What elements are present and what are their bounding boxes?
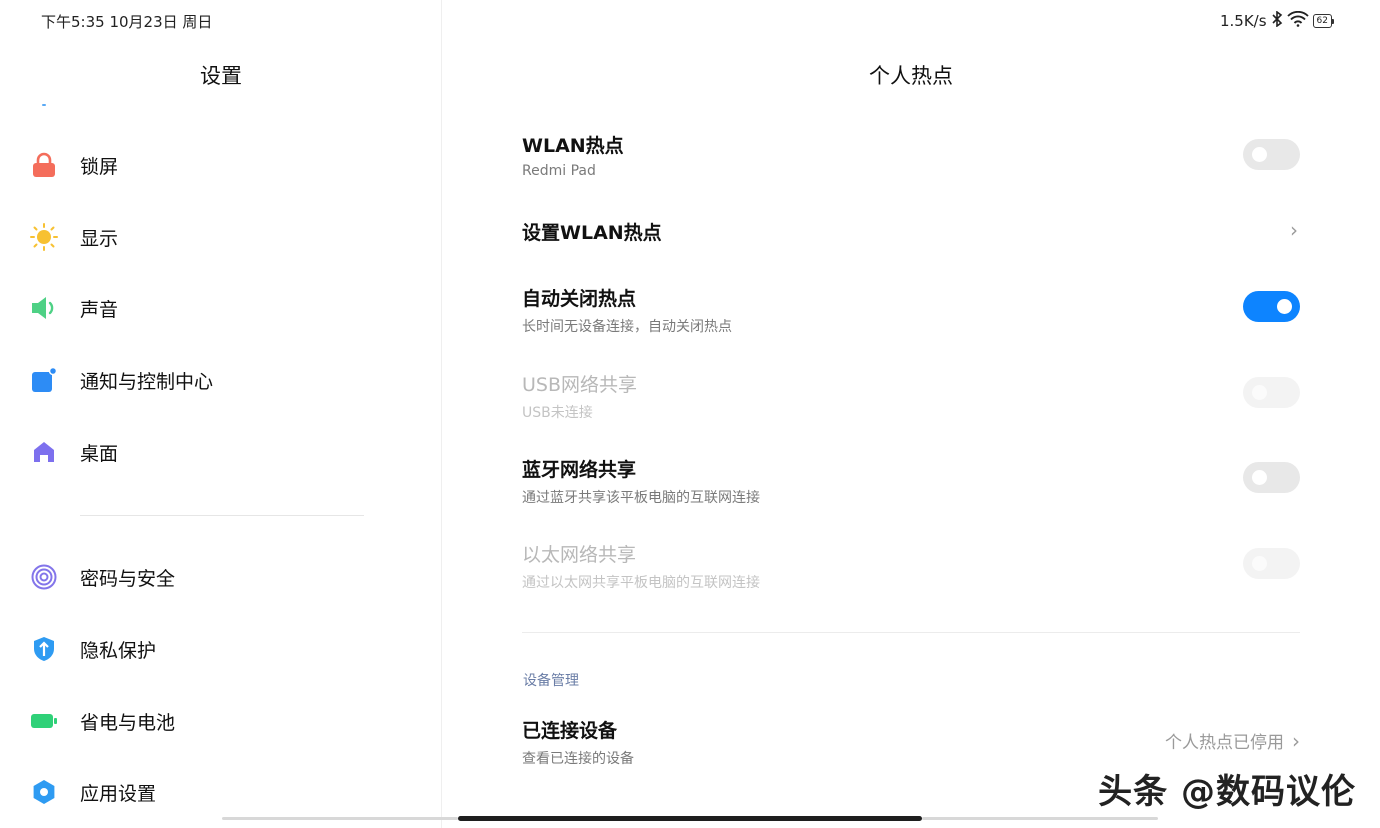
row-title: 设置WLAN热点 bbox=[522, 222, 662, 244]
row-ethernet-tethering: 以太网络共享 通过以太网共享平板电脑的互联网连接 bbox=[522, 540, 1300, 591]
wifi-icon bbox=[1286, 10, 1309, 31]
chevron-right-icon: › bbox=[1292, 728, 1300, 753]
section-divider bbox=[522, 632, 1300, 633]
toggle-knob bbox=[1252, 556, 1267, 571]
sidebar-item-privacy[interactable]: 隐私保护 bbox=[30, 625, 410, 673]
row-subtitle: 通过以太网共享平板电脑的互联网连接 bbox=[522, 575, 760, 591]
speaker-icon bbox=[30, 294, 58, 322]
home-icon bbox=[30, 438, 58, 466]
gear-icon bbox=[30, 778, 58, 806]
page-title: 个人热点 bbox=[869, 64, 953, 88]
sidebar-item-notifications[interactable]: 通知与控制中心 bbox=[30, 356, 410, 404]
network-speed: 1.5K/s bbox=[1219, 12, 1267, 30]
bluetooth-tethering-toggle[interactable] bbox=[1243, 462, 1300, 493]
toggle-knob bbox=[1252, 385, 1267, 400]
sidebar-item-label: 锁屏 bbox=[80, 155, 119, 178]
sidebar-item-display[interactable]: 显示 bbox=[30, 213, 410, 261]
screen: 下午5:35 10月23日 周日 设置 锁屏 显示 声音 通知与控制中心 桌面 … bbox=[0, 0, 1380, 828]
lock-icon bbox=[30, 151, 58, 179]
status-datetime: 下午5:35 10月23日 周日 bbox=[41, 13, 213, 31]
row-connected-devices[interactable]: 已连接设备 查看已连接的设备 个人热点已停用 › bbox=[522, 716, 1300, 767]
row-auto-close-hotspot[interactable]: 自动关闭热点 长时间无设备连接，自动关闭热点 bbox=[522, 284, 1300, 335]
sidebar-item-label: 应用设置 bbox=[80, 782, 157, 805]
row-bluetooth-tethering[interactable]: 蓝牙网络共享 通过蓝牙共享该平板电脑的互联网连接 bbox=[522, 455, 1300, 506]
sidebar-item-battery[interactable]: 省电与电池 bbox=[30, 697, 410, 745]
bluetooth-icon bbox=[1271, 10, 1283, 31]
hotspot-status-text: 个人热点已停用 bbox=[1165, 733, 1284, 753]
row-setup-wlan-hotspot[interactable]: 设置WLAN热点 › bbox=[522, 218, 1300, 248]
row-usb-tethering: USB网络共享 USB未连接 bbox=[522, 370, 1300, 421]
sidebar-item-label: 密码与安全 bbox=[80, 567, 176, 590]
sidebar-item-desktop[interactable]: 桌面 bbox=[30, 428, 410, 476]
scroll-track bbox=[222, 817, 458, 820]
scrolled-item-remnant bbox=[42, 104, 46, 106]
watermark: 头条 @数码议伦 bbox=[1098, 772, 1356, 812]
row-title: 以太网络共享 bbox=[522, 544, 637, 566]
scroll-track bbox=[922, 817, 1158, 820]
row-wlan-hotspot[interactable]: WLAN热点 Redmi Pad bbox=[522, 131, 1300, 181]
sidebar-title: 设置 bbox=[200, 64, 242, 88]
fingerprint-icon bbox=[30, 563, 58, 591]
sidebar-item-label: 桌面 bbox=[80, 442, 119, 465]
sidebar-item-label: 隐私保护 bbox=[80, 639, 157, 662]
chevron-right-icon: › bbox=[1290, 218, 1298, 242]
sidebar-item-label: 省电与电池 bbox=[80, 711, 176, 734]
toggle-knob bbox=[1252, 470, 1267, 485]
home-indicator[interactable] bbox=[458, 816, 922, 821]
sun-icon bbox=[30, 223, 58, 251]
section-header-device-management: 设备管理 bbox=[523, 673, 579, 689]
auto-close-hotspot-toggle[interactable] bbox=[1243, 291, 1300, 322]
wlan-hotspot-toggle[interactable] bbox=[1243, 139, 1300, 170]
notification-icon bbox=[30, 366, 58, 394]
row-title: 自动关闭热点 bbox=[522, 288, 637, 310]
sidebar-item-sound[interactable]: 声音 bbox=[30, 284, 410, 332]
usb-tethering-toggle bbox=[1243, 377, 1300, 408]
privacy-shield-icon bbox=[30, 635, 58, 663]
settings-sidebar: 下午5:35 10月23日 周日 设置 锁屏 显示 声音 通知与控制中心 桌面 … bbox=[0, 0, 442, 828]
connected-devices-status: 个人热点已停用 › bbox=[1165, 728, 1300, 754]
battery-level: 62 bbox=[1312, 14, 1332, 28]
sidebar-item-password-security[interactable]: 密码与安全 bbox=[30, 553, 410, 601]
row-subtitle: 长时间无设备连接，自动关闭热点 bbox=[522, 319, 732, 335]
row-title: USB网络共享 bbox=[522, 374, 638, 396]
sidebar-item-label: 声音 bbox=[80, 298, 119, 321]
status-indicators: 1.5K/s 62 bbox=[1219, 10, 1334, 31]
row-subtitle: 通过蓝牙共享该平板电脑的互联网连接 bbox=[522, 490, 760, 506]
sidebar-item-app-settings[interactable]: 应用设置 bbox=[30, 768, 410, 816]
ethernet-tethering-toggle bbox=[1243, 548, 1300, 579]
row-title: 蓝牙网络共享 bbox=[522, 459, 637, 481]
battery-icon bbox=[30, 707, 58, 735]
toggle-knob bbox=[1277, 299, 1292, 314]
battery-tip bbox=[1332, 18, 1334, 24]
sidebar-item-label: 显示 bbox=[80, 227, 119, 250]
toggle-knob bbox=[1252, 147, 1267, 162]
row-subtitle: Redmi Pad bbox=[522, 163, 596, 179]
battery-indicator: 62 bbox=[1312, 14, 1334, 28]
row-subtitle: USB未连接 bbox=[522, 405, 593, 421]
sidebar-item-lock-screen[interactable]: 锁屏 bbox=[30, 141, 410, 189]
row-title: WLAN热点 bbox=[522, 135, 624, 157]
sidebar-item-label: 通知与控制中心 bbox=[80, 370, 214, 393]
sidebar-divider bbox=[80, 515, 364, 516]
